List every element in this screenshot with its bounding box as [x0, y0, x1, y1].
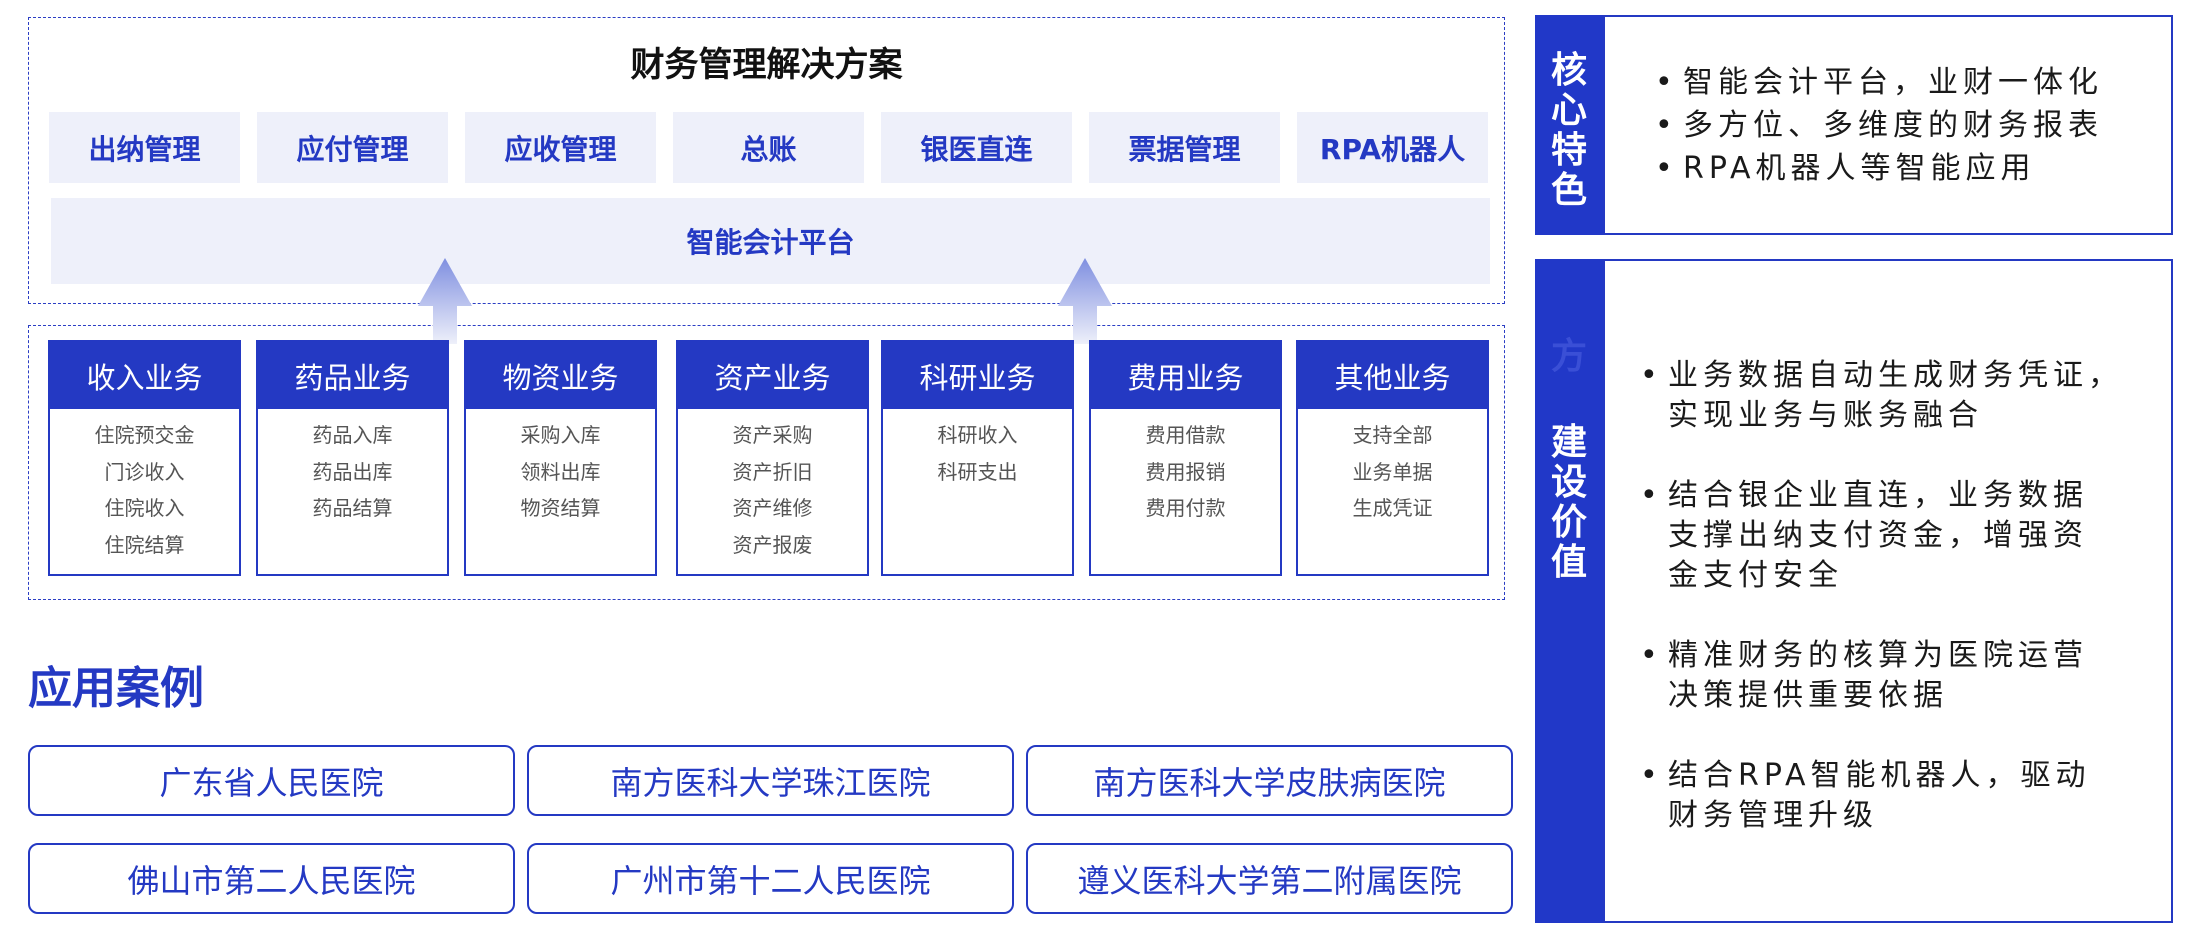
- business-box-expense: 费用业务费用借款费用报销费用付款: [1089, 340, 1282, 576]
- bullet-dot-icon: •: [1655, 151, 1673, 186]
- business-items: 采购入库领料出库物资结算: [466, 409, 655, 527]
- module-payables: 应付管理: [257, 112, 448, 183]
- core-label-char: 特: [1550, 130, 1587, 171]
- business-item: 资产折旧: [732, 459, 813, 484]
- case-item: 南方医科大学珠江医院: [527, 745, 1014, 816]
- case-item: 遵义医科大学第二附属医院: [1026, 843, 1513, 914]
- business-item: 药品结算: [312, 496, 393, 520]
- module-invoice-management: 票据管理: [1089, 112, 1280, 183]
- business-title: 收入业务: [50, 342, 239, 409]
- business-items: 资产采购资产折旧资产维修资产报废: [678, 409, 867, 563]
- business-title: 科研业务: [883, 342, 1072, 409]
- business-items: 住院预交金门诊收入住院收入住院结算: [50, 409, 239, 563]
- business-item: 药品出库: [312, 459, 393, 484]
- value-bullet-line: 金支付安全: [1668, 558, 1843, 593]
- case-item: 南方医科大学皮肤病医院: [1026, 745, 1513, 816]
- business-item: 药品入库: [312, 423, 393, 447]
- business-item: 科研收入: [937, 423, 1018, 447]
- business-item: 物资结算: [520, 496, 601, 520]
- business-item: 资产报废: [732, 532, 813, 557]
- up-arrow-icon: [418, 258, 472, 344]
- business-items: 科研收入 科研支出: [883, 409, 1072, 490]
- core-bullet: • RPA机器人等智能应用: [1655, 149, 2036, 189]
- business-item: 资产采购: [732, 423, 813, 447]
- value-label-char: 价: [1550, 502, 1587, 543]
- bullet-dot-icon: •: [1640, 478, 1658, 513]
- value-bullet-line: 结合RPA智能机器人，驱动: [1668, 758, 2091, 793]
- business-item: 住院收入: [104, 496, 185, 520]
- business-item: 采购入库: [520, 423, 601, 447]
- business-item: 领料出库: [520, 459, 601, 484]
- bullet-dot-icon: •: [1640, 638, 1658, 673]
- business-box-assets: 资产业务资产采购资产折旧资产维修资产报废: [676, 340, 869, 576]
- value-bullet-line: 精准财务的核算为医院运营: [1668, 638, 2088, 673]
- value-bullet: • 结合RPA智能机器人，驱动 财务管理升级: [1640, 756, 2091, 836]
- core-label-char: 色: [1550, 170, 1587, 211]
- value-bullet-line: 业务数据自动生成财务凭证，: [1668, 358, 2123, 393]
- core-label-char: 核: [1550, 50, 1587, 91]
- module-bank-hospital-link: 银医直连: [881, 112, 1072, 183]
- business-item: 科研支出: [937, 459, 1018, 484]
- solution-title: 财务管理解决方案: [630, 45, 903, 85]
- case-item: 广东省人民医院: [28, 745, 515, 816]
- business-title: 资产业务: [678, 342, 867, 409]
- core-bullet: • 智能会计平台，业财一体化: [1655, 63, 2103, 103]
- business-item: 住院预交金: [94, 423, 195, 447]
- value-label-char: 建: [1550, 422, 1587, 463]
- business-title: 药品业务: [258, 342, 447, 409]
- value-bullet-line: 支撑出纳支付资金，增强资: [1668, 518, 2088, 553]
- value-bullet-line: 结合银企业直连，业务数据: [1668, 478, 2088, 513]
- ghost-char: 方: [1550, 336, 1587, 377]
- business-title: 费用业务: [1091, 342, 1280, 409]
- business-box-materials: 物资业务采购入库领料出库物资结算: [464, 340, 657, 576]
- business-item: 支持全部: [1352, 423, 1433, 447]
- up-arrow-icon: [1058, 258, 1112, 344]
- bullet-dot-icon: •: [1655, 65, 1673, 100]
- business-item: 生成凭证: [1352, 496, 1433, 520]
- business-title: 物资业务: [466, 342, 655, 409]
- module-cashier: 出纳管理: [49, 112, 240, 183]
- value-label-char: 值: [1550, 542, 1587, 583]
- value-bullet: • 业务数据自动生成财务凭证， 实现业务与账务融合: [1640, 356, 2123, 436]
- value-bullet: • 精准财务的核算为医院运营 决策提供重要依据: [1640, 636, 2088, 716]
- smart-accounting-platform: 智能会计平台: [51, 198, 1490, 284]
- business-box-research: 科研业务科研收入科研支出: [881, 340, 1074, 576]
- core-bullet: • 多方位、多维度的财务报表: [1655, 106, 2103, 146]
- module-rpa-robot: RPA机器人: [1297, 112, 1488, 183]
- business-item: 业务单据: [1352, 459, 1433, 484]
- value-label-char: 设: [1550, 462, 1587, 503]
- core-label-char: 心: [1550, 90, 1587, 131]
- module-receivables: 应收管理: [465, 112, 656, 183]
- construction-value-label: 方 建 设 价 值: [1535, 259, 1603, 923]
- business-items: 药品入库药品出库药品结算: [258, 409, 447, 527]
- business-box-drug: 药品业务药品入库药品出库药品结算: [256, 340, 449, 576]
- bullet-dot-icon: •: [1640, 358, 1658, 393]
- value-bullet-line: 实现业务与账务融合: [1668, 398, 1983, 433]
- value-bullet-line: 决策提供重要依据: [1668, 678, 1948, 713]
- bullet-dot-icon: •: [1640, 758, 1658, 793]
- case-item: 广州市第十二人民医院: [527, 843, 1014, 914]
- business-item: 门诊收入: [104, 459, 185, 484]
- value-bullet-line: 财务管理升级: [1668, 798, 1878, 833]
- module-general-ledger: 总账: [673, 112, 864, 183]
- business-title: 其他业务: [1298, 342, 1487, 409]
- cases-title: 应用案例: [28, 663, 204, 714]
- business-item: 费用报销: [1145, 459, 1226, 484]
- core-features-label: 核 心 特 色: [1535, 15, 1603, 235]
- business-items: 费用借款费用报销费用付款: [1091, 409, 1280, 527]
- business-item: 住院结算: [104, 532, 185, 557]
- business-box-income: 收入业务住院预交金门诊收入住院收入住院结算: [48, 340, 241, 576]
- business-item: 费用付款: [1145, 496, 1226, 520]
- value-bullet: • 结合银企业直连，业务数据 支撑出纳支付资金，增强资 金支付安全: [1640, 476, 2088, 596]
- business-item: 费用借款: [1145, 423, 1226, 447]
- business-items: 支持全部业务单据生成凭证: [1298, 409, 1487, 527]
- business-item: 资产维修: [732, 496, 813, 520]
- case-item: 佛山市第二人民医院: [28, 843, 515, 914]
- business-box-other: 其他业务支持全部业务单据生成凭证: [1296, 340, 1489, 576]
- bullet-dot-icon: •: [1655, 108, 1673, 143]
